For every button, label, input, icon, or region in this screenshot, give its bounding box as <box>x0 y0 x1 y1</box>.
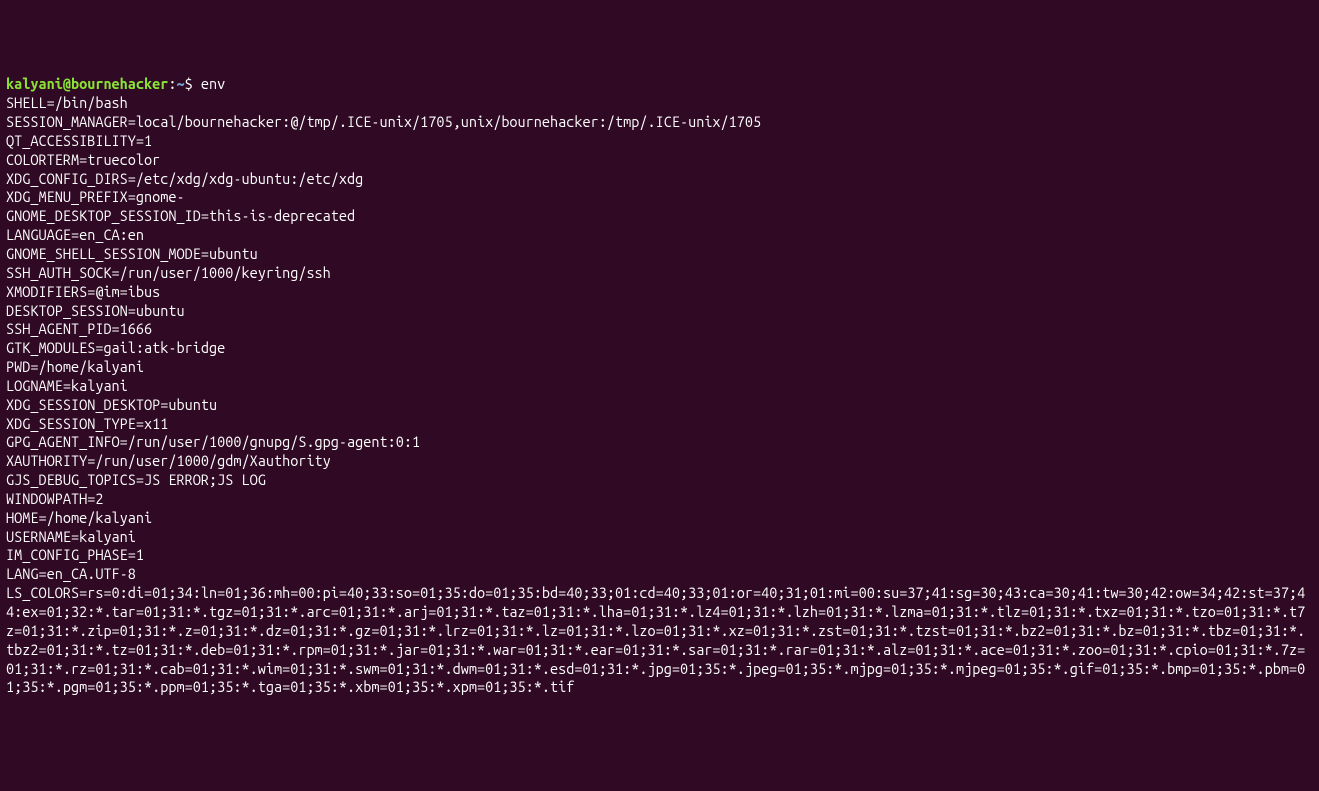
terminal-window[interactable]: kalyani@bournehacker:~$ env SHELL=/bin/b… <box>6 75 1313 697</box>
command-output: SHELL=/bin/bash SESSION_MANAGER=local/bo… <box>6 94 1305 695</box>
prompt-separator: : <box>168 75 176 92</box>
command-text: env <box>201 75 225 92</box>
prompt-path: ~ <box>177 75 185 92</box>
prompt-user-host: kalyani@bournehacker <box>6 75 168 92</box>
prompt-symbol: $ <box>185 75 193 92</box>
